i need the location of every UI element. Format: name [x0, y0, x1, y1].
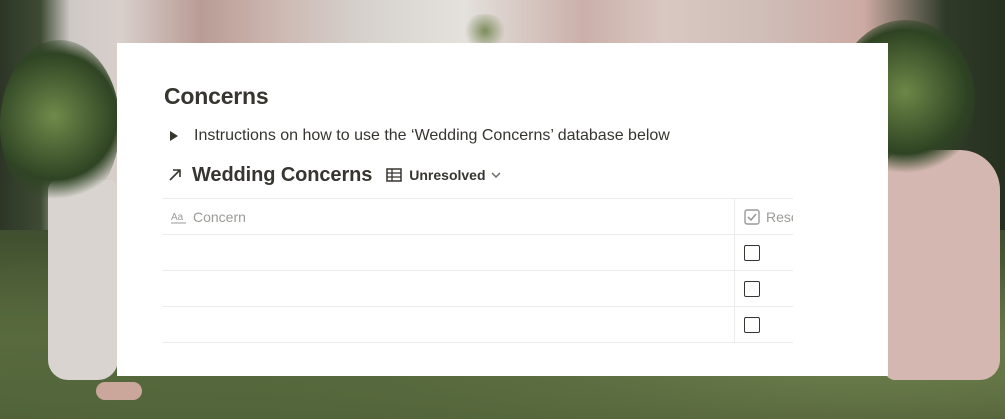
database-header: Wedding Concerns Unresolved [164, 161, 501, 189]
resolved-cell [735, 235, 793, 270]
resolved-checkbox[interactable] [744, 244, 760, 261]
view-selector[interactable]: Unresolved [386, 166, 501, 184]
toggle-triangle-icon[interactable] [164, 126, 184, 146]
chevron-down-icon [490, 171, 501, 179]
table-row[interactable] [163, 235, 793, 271]
foot [96, 382, 142, 400]
notion-page-card: Concerns Instructions on how to use the … [117, 43, 888, 376]
resolved-cell [735, 307, 793, 342]
bouquet-left [0, 40, 120, 210]
toggle-label: Instructions on how to use the ‘Wedding … [194, 127, 670, 144]
column-header-concern[interactable]: Aa Concern [163, 199, 735, 234]
dress-right [885, 150, 1000, 380]
concern-cell[interactable] [163, 307, 735, 342]
table-row[interactable] [163, 271, 793, 307]
svg-text:Aa: Aa [171, 212, 184, 223]
resolved-cell [735, 271, 793, 306]
column-header-resolved[interactable]: Reso [735, 199, 793, 234]
concern-cell[interactable] [163, 235, 735, 270]
dress-left [48, 180, 118, 380]
page-title: Concerns [164, 83, 269, 109]
instructions-toggle[interactable]: Instructions on how to use the ‘Wedding … [164, 125, 670, 147]
column-header-label: Reso [766, 208, 793, 225]
view-label: Unresolved [409, 167, 486, 183]
linked-database-arrow-icon[interactable] [164, 164, 186, 186]
concern-cell[interactable] [163, 271, 735, 306]
table-row[interactable] [163, 307, 793, 343]
database-table: Aa Concern Reso [163, 198, 793, 343]
table-view-icon [386, 166, 404, 184]
table-header-row: Aa Concern Reso [163, 199, 793, 235]
database-title[interactable]: Wedding Concerns [192, 164, 372, 187]
resolved-checkbox[interactable] [744, 316, 760, 333]
text-icon: Aa [171, 210, 187, 224]
resolved-checkbox[interactable] [744, 280, 760, 297]
checkbox-property-icon [744, 208, 760, 225]
column-header-label: Concern [193, 208, 246, 225]
